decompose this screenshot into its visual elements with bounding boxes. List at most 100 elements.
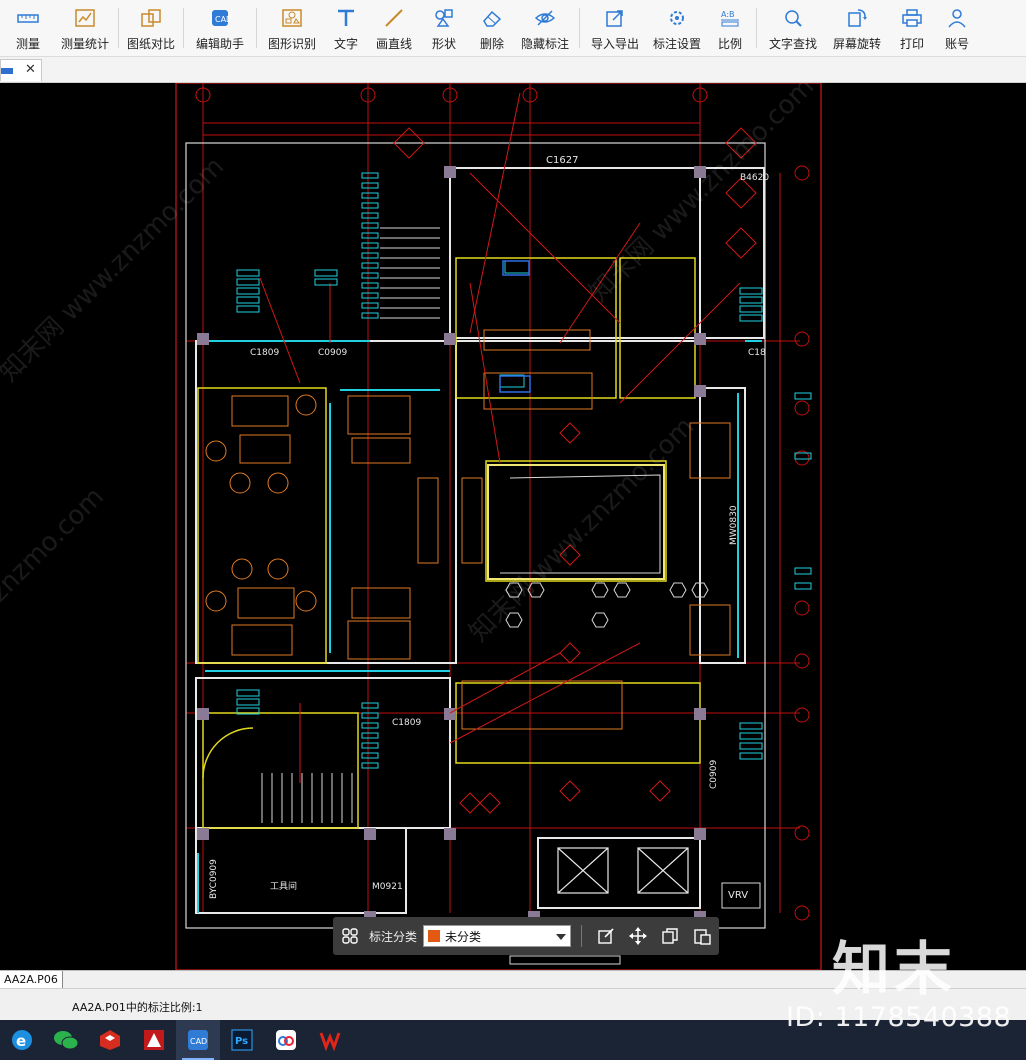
building-outline	[185, 142, 766, 929]
svg-text:CAD: CAD	[215, 15, 231, 24]
walls	[195, 167, 765, 914]
label-c1809-b: C1809	[392, 718, 421, 728]
text-search-icon	[781, 6, 805, 30]
mark-category-bar: 标注分类 未分类	[333, 917, 719, 955]
tool-text[interactable]: 文字	[323, 0, 369, 56]
ie-icon[interactable]: e	[0, 1020, 44, 1060]
wechat-icon[interactable]	[44, 1020, 88, 1060]
tool-edit-assistant[interactable]: CAD 编辑助手	[188, 0, 252, 56]
edit-assistant-icon: CAD	[208, 6, 232, 30]
edit-mark-icon[interactable]	[595, 925, 617, 947]
label-room: 工具间	[270, 880, 297, 892]
floor-plan-drawing: C1627 C1809 C0909 C18 C1809 M0921 工具间 VR…	[0, 83, 822, 970]
paste-icon[interactable]	[691, 925, 713, 947]
tab-color-marker	[1, 68, 13, 74]
shape-icon	[432, 6, 456, 30]
document-tab-strip: ✕	[0, 57, 1026, 83]
label-byc0909: BYC0909	[209, 859, 219, 899]
eye-hide-icon	[533, 6, 557, 30]
autocad-icon[interactable]	[132, 1020, 176, 1060]
svg-text:Ps: Ps	[235, 1036, 248, 1047]
drawing-canvas[interactable]: C1627 C1809 C0909 C18 C1809 M0921 工具间 VR…	[0, 83, 1026, 970]
mark-category-value: 未分类	[445, 929, 482, 944]
close-icon[interactable]: ✕	[25, 62, 36, 77]
svg-text:知末网 www.znzmo.com: 知末网 www.znzmo.com	[584, 83, 820, 308]
category-color-swatch	[428, 930, 441, 942]
label-c1627: C1627	[546, 155, 578, 166]
tool-text-search[interactable]: 文字查找	[761, 0, 825, 56]
text-icon	[334, 6, 358, 30]
import-export-icon	[603, 6, 627, 30]
toolbar-divider	[579, 8, 580, 48]
axis-bubbles	[195, 87, 810, 921]
toolbar-divider	[118, 8, 119, 48]
rotate-icon	[845, 6, 869, 30]
title-block	[509, 955, 621, 965]
tool-shape[interactable]: 形状	[419, 0, 469, 56]
fixtures	[499, 260, 531, 393]
account-icon	[945, 6, 969, 30]
eraser-icon	[480, 6, 504, 30]
label-vrv: VRV	[728, 890, 748, 901]
measure-stats-icon	[73, 6, 97, 30]
mark-category-select[interactable]: 未分类	[423, 925, 572, 947]
sheet-tab[interactable]: AA2A.P06	[0, 971, 63, 988]
copy-icon[interactable]	[659, 925, 681, 947]
toolbar-divider	[756, 8, 757, 48]
tool-shape-recognize[interactable]: 图形识别	[261, 0, 323, 56]
chevron-down-icon	[556, 934, 567, 940]
document-tab[interactable]: ✕	[0, 59, 42, 81]
axis-grid	[186, 83, 800, 913]
drawing-text: C1627 C1809 C0909 C18 C1809 M0921 工具间 VR…	[209, 155, 769, 901]
svg-text:e: e	[16, 1032, 26, 1050]
stairs	[261, 227, 440, 823]
move-icon[interactable]	[627, 925, 649, 947]
scale-icon: A:B	[718, 6, 742, 30]
label-c18: C18	[748, 348, 766, 358]
tool-scale[interactable]: A:B 比例	[708, 0, 752, 56]
shape-recognize-icon	[280, 6, 304, 30]
image-id-watermark: ID: 1178540388	[786, 1002, 1012, 1033]
print-icon	[900, 6, 924, 30]
tool-import-export[interactable]: 导入导出	[584, 0, 646, 56]
toolbar-divider	[183, 8, 184, 48]
tool-hide-marks[interactable]: 隐藏标注	[515, 0, 575, 56]
label-c1809: C1809	[250, 348, 279, 358]
app-window: 测量 测量统计 图纸对比 CAD 编辑助手 图形识别 文字 画直线 形状 删除 …	[0, 0, 1026, 1060]
tool-account[interactable]: 账号	[935, 0, 979, 56]
mark-settings-icon	[665, 6, 689, 30]
tool-delete[interactable]: 删除	[469, 0, 515, 56]
main-toolbar: 测量 测量统计 图纸对比 CAD 编辑助手 图形识别 文字 画直线 形状 删除 …	[0, 0, 1026, 57]
photoshop-icon[interactable]: Ps	[220, 1020, 264, 1060]
elevators	[557, 847, 689, 894]
sketchup-icon[interactable]	[88, 1020, 132, 1060]
svg-text:CAD: CAD	[190, 1037, 207, 1046]
tool-rotate-screen[interactable]: 屏幕旋转	[825, 0, 889, 56]
compare-icon	[139, 6, 163, 30]
ruler-icon	[16, 6, 40, 30]
svg-text:znzmo.com: znzmo.com	[0, 482, 110, 608]
furniture	[205, 329, 731, 730]
label-m0921: M0921	[372, 882, 403, 892]
line-icon	[382, 6, 406, 30]
tool-draw-line[interactable]: 画直线	[369, 0, 419, 56]
tool-print[interactable]: 打印	[889, 0, 935, 56]
baidu-netdisk-icon[interactable]	[264, 1020, 308, 1060]
label-b4620: B4620	[740, 173, 769, 183]
brand-watermark: 知末	[832, 935, 957, 1003]
wps-icon[interactable]	[308, 1020, 352, 1060]
tool-measure[interactable]: 测量	[0, 0, 56, 56]
toolbar-divider	[256, 8, 257, 48]
mark-category-label: 标注分类	[369, 929, 418, 944]
label-c0909-b: C0909	[709, 760, 719, 789]
tool-compare[interactable]: 图纸对比	[123, 0, 179, 56]
svg-text:A:B: A:B	[721, 10, 735, 19]
label-c0909: C0909	[318, 348, 347, 358]
tool-measure-stats[interactable]: 测量统计	[56, 0, 114, 56]
label-mw0830: MW0830	[729, 505, 739, 545]
drawing-frame	[175, 83, 822, 970]
tool-mark-settings[interactable]: 标注设置	[646, 0, 708, 56]
cad-viewer-icon[interactable]: CAD	[176, 1020, 220, 1060]
markbar-divider	[581, 925, 583, 947]
grid-icon[interactable]	[341, 927, 359, 945]
